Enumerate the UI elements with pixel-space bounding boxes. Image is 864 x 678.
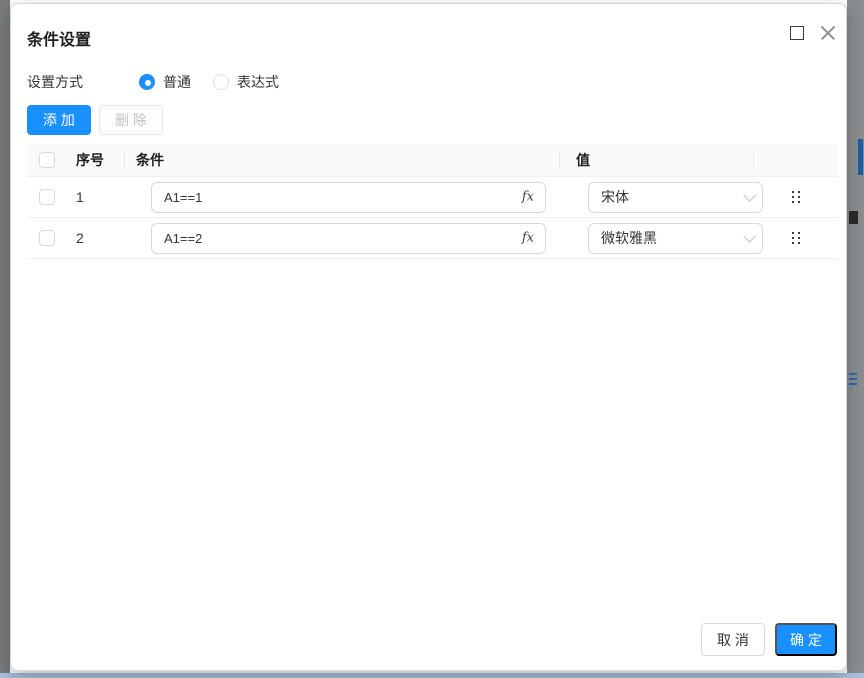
fx-icon[interactable]: fx bbox=[522, 190, 534, 205]
row-1-index: 1 bbox=[66, 189, 124, 205]
background-blue-fragment bbox=[858, 139, 863, 175]
delete-button[interactable]: 删 除 bbox=[99, 105, 163, 135]
condition-input-wrap: fx bbox=[151, 182, 546, 213]
toolbar: 添 加 删 除 bbox=[27, 105, 163, 135]
drag-handle-icon[interactable] bbox=[792, 232, 801, 245]
ok-button[interactable]: 确 定 bbox=[775, 623, 837, 656]
table-row: 1 fx 宋体 bbox=[27, 177, 839, 218]
row-1-font-select[interactable]: 宋体 bbox=[588, 182, 763, 213]
header-checkbox-cell bbox=[27, 152, 66, 168]
select-all-checkbox[interactable] bbox=[39, 152, 55, 168]
chevron-down-icon bbox=[743, 189, 756, 202]
row-2-condition-input[interactable] bbox=[151, 223, 546, 254]
drag-handle-icon[interactable] bbox=[792, 191, 801, 204]
cancel-button[interactable]: 取 消 bbox=[701, 623, 765, 656]
row-2-font-value: 微软雅黑 bbox=[601, 228, 657, 248]
background-dark-fragment bbox=[849, 211, 858, 224]
row-1-checkbox[interactable] bbox=[39, 189, 55, 205]
row-2-handle-cell bbox=[753, 232, 839, 245]
header-value: 值 bbox=[559, 150, 753, 170]
setting-mode-row: 设置方式 普通 表达式 bbox=[27, 72, 301, 92]
row-2-index: 2 bbox=[66, 230, 124, 246]
row-1-condition-cell: fx bbox=[124, 182, 559, 213]
row-2-checkbox[interactable] bbox=[39, 230, 55, 246]
window-controls bbox=[790, 25, 836, 41]
row-checkbox-cell bbox=[27, 189, 66, 205]
close-icon[interactable] bbox=[820, 25, 836, 41]
table-row: 2 fx 微软雅黑 bbox=[27, 218, 839, 259]
setting-mode-label: 设置方式 bbox=[27, 72, 139, 92]
row-checkbox-cell bbox=[27, 230, 66, 246]
dialog-title: 条件设置 bbox=[27, 26, 91, 50]
radio-expression-icon[interactable] bbox=[213, 74, 229, 90]
radio-normal-icon[interactable] bbox=[139, 74, 155, 90]
background-app-bottom-bar bbox=[0, 673, 864, 678]
maximize-icon[interactable] bbox=[790, 26, 804, 40]
header-index: 序号 bbox=[66, 150, 124, 170]
radio-option-normal[interactable]: 普通 bbox=[139, 72, 191, 92]
background-blue-dashes bbox=[849, 373, 857, 387]
condition-input-wrap: fx bbox=[151, 223, 546, 254]
add-button[interactable]: 添 加 bbox=[27, 105, 91, 135]
background-app-left-panel bbox=[0, 0, 10, 673]
condition-table: 序号 条件 值 1 fx 宋体 bbox=[27, 144, 839, 259]
row-1-value-cell: 宋体 bbox=[559, 182, 753, 213]
row-2-font-select[interactable]: 微软雅黑 bbox=[588, 223, 763, 254]
row-1-font-value: 宋体 bbox=[601, 187, 629, 207]
header-condition: 条件 bbox=[124, 150, 559, 170]
condition-settings-dialog: 条件设置 设置方式 普通 表达式 添 加 删 除 序号 条件 值 bbox=[10, 3, 847, 671]
radio-expression-label: 表达式 bbox=[237, 72, 279, 92]
dialog-footer: 取 消 确 定 bbox=[701, 623, 837, 656]
table-header-row: 序号 条件 值 bbox=[27, 144, 839, 177]
fx-icon[interactable]: fx bbox=[522, 231, 534, 246]
row-1-condition-input[interactable] bbox=[151, 182, 546, 213]
chevron-down-icon bbox=[743, 230, 756, 243]
radio-option-expression[interactable]: 表达式 bbox=[213, 72, 279, 92]
row-2-condition-cell: fx bbox=[124, 223, 559, 254]
background-app-right-edge bbox=[847, 0, 864, 673]
radio-normal-label: 普通 bbox=[163, 72, 191, 92]
row-1-handle-cell bbox=[753, 191, 839, 204]
row-2-value-cell: 微软雅黑 bbox=[559, 223, 753, 254]
